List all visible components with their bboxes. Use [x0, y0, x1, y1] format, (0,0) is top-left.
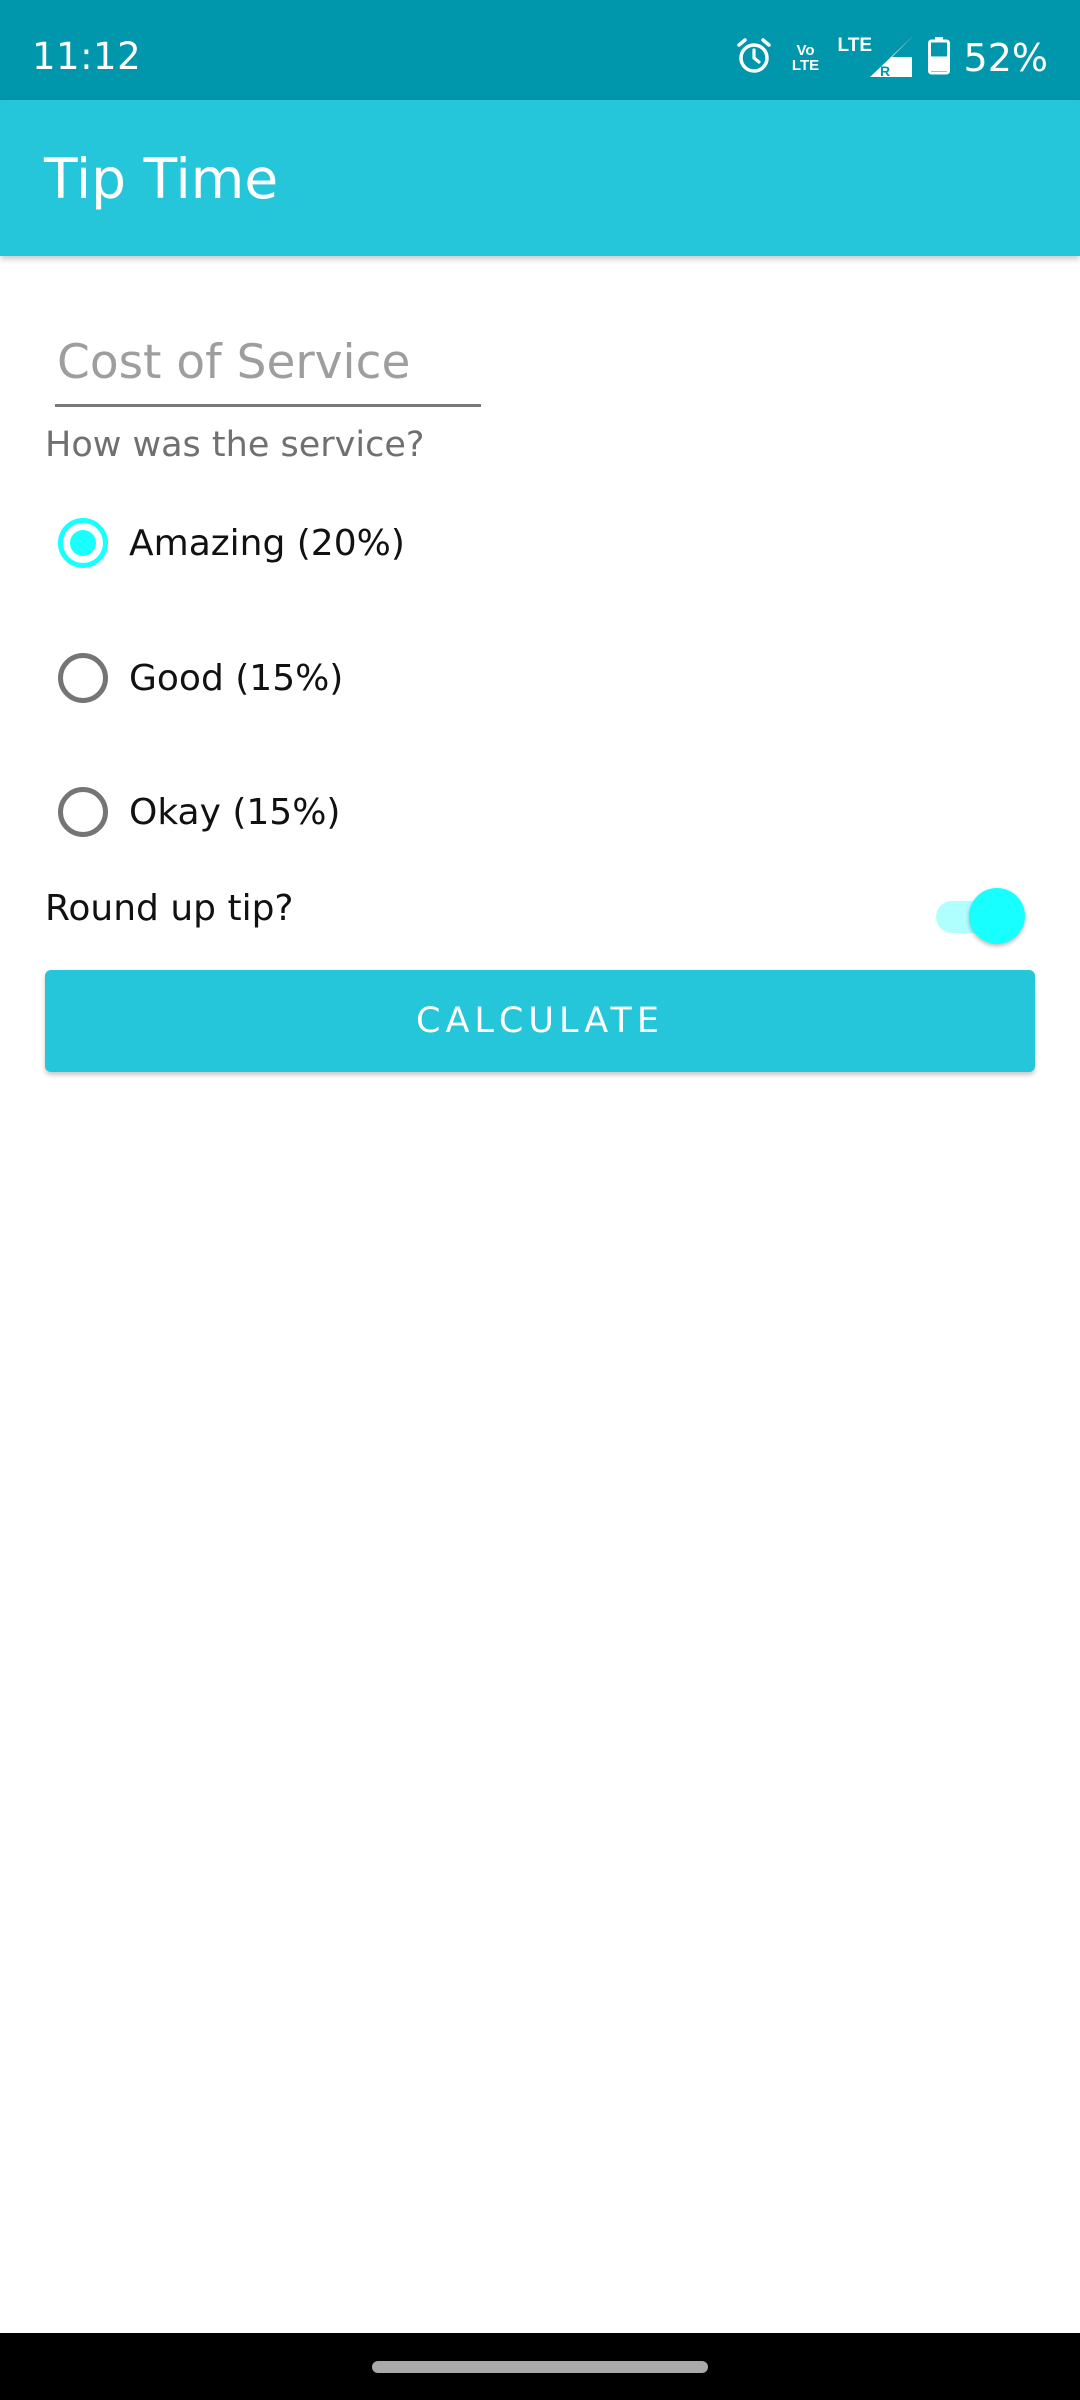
battery-icon: [927, 37, 950, 79]
signal-icon: LTE R: [838, 33, 914, 83]
calculate-button[interactable]: CALCULATE: [45, 970, 1035, 1072]
option-amazing[interactable]: Amazing (20%): [58, 503, 405, 583]
status-bar: 11:12 Vo LTE LTE R 52%: [0, 0, 1080, 100]
option-label: Good (15%): [129, 657, 344, 699]
cost-of-service-field[interactable]: [55, 320, 483, 407]
option-okay[interactable]: Okay (15%): [58, 772, 340, 852]
app-title: Tip Time: [44, 147, 279, 211]
app-bar: Tip Time: [0, 100, 1080, 256]
service-question-label: How was the service?: [45, 425, 425, 465]
round-up-tip-label: Round up tip?: [45, 888, 294, 929]
alarm-icon: [734, 36, 774, 80]
status-icons: Vo LTE LTE R 52%: [734, 30, 1048, 86]
radio-button-icon[interactable]: [58, 653, 108, 703]
home-gesture-handle[interactable]: [372, 2361, 708, 2373]
option-label: Okay (15%): [129, 791, 341, 833]
battery-percentage: 52%: [963, 36, 1048, 80]
volte-icon: Vo LTE: [788, 43, 824, 73]
round-up-tip-switch[interactable]: [936, 888, 1025, 944]
switch-thumb[interactable]: [969, 888, 1025, 944]
cost-of-service-input[interactable]: [55, 320, 483, 404]
radio-button-icon[interactable]: [58, 518, 108, 568]
volte-line2: LTE: [791, 57, 820, 74]
volte-line1: Vo: [796, 42, 815, 59]
navigation-bar: [0, 2333, 1080, 2400]
radio-button-icon[interactable]: [58, 787, 108, 837]
roaming-label: R: [880, 63, 890, 79]
status-time: 11:12: [32, 35, 142, 78]
option-good[interactable]: Good (15%): [58, 638, 343, 718]
option-label: Amazing (20%): [129, 522, 405, 564]
